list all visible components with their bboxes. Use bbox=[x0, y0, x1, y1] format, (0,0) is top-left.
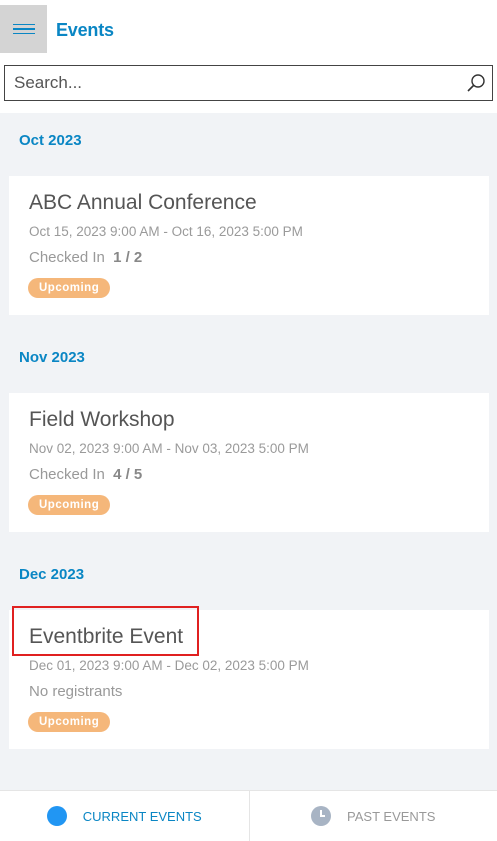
highlight-box bbox=[12, 606, 199, 656]
section-header-oct-2023: Oct 2023 bbox=[19, 132, 82, 149]
section-header-dec-2023: Dec 2023 bbox=[19, 566, 85, 583]
menu-button[interactable] bbox=[0, 5, 47, 53]
search-input[interactable] bbox=[5, 73, 445, 93]
tab-past-events[interactable]: PAST EVENTS bbox=[248, 791, 497, 841]
tab-current-events[interactable]: CURRENT EVENTS bbox=[0, 791, 249, 841]
clock-icon bbox=[311, 806, 332, 826]
checkin-count: 4 / 5 bbox=[113, 466, 143, 483]
event-card[interactable]: ABC Annual Conference Oct 15, 2023 9:00 … bbox=[9, 176, 489, 315]
status-badge: Upcoming bbox=[28, 278, 111, 298]
status-badge: Upcoming bbox=[28, 495, 111, 515]
search-bar bbox=[4, 65, 493, 101]
current-events-icon bbox=[46, 806, 67, 826]
event-dates: Oct 15, 2023 9:00 AM - Oct 16, 2023 5:00… bbox=[29, 224, 303, 239]
event-title: Field Workshop bbox=[29, 408, 175, 431]
hamburger-menu-icon bbox=[12, 21, 35, 38]
event-dates: Dec 01, 2023 9:00 AM - Dec 02, 2023 5:00… bbox=[29, 658, 309, 673]
page-title: Events bbox=[56, 20, 114, 40]
section-header-nov-2023: Nov 2023 bbox=[19, 349, 85, 366]
checkin-status: Checked In 1 / 2 bbox=[29, 249, 142, 266]
checkin-count: 1 / 2 bbox=[113, 249, 143, 266]
event-card[interactable]: Field Workshop Nov 02, 2023 9:00 AM - No… bbox=[9, 393, 489, 532]
bottom-tab-bar: CURRENT EVENTS PAST EVENTS bbox=[0, 790, 497, 841]
events-list: Oct 2023 ABC Annual Conference Oct 15, 2… bbox=[0, 113, 497, 790]
status-badge: Upcoming bbox=[28, 712, 111, 732]
checkin-label: Checked In bbox=[29, 466, 105, 483]
app-header: Events bbox=[0, 0, 497, 58]
search-icon[interactable] bbox=[466, 73, 486, 93]
checkin-status: Checked In 4 / 5 bbox=[29, 466, 142, 483]
checkin-label: Checked In bbox=[29, 249, 105, 266]
registrants-status: No registrants bbox=[29, 683, 123, 700]
event-title: ABC Annual Conference bbox=[29, 191, 257, 214]
tab-current-events-label: CURRENT EVENTS bbox=[82, 808, 202, 824]
event-dates: Nov 02, 2023 9:00 AM - Nov 03, 2023 5:00… bbox=[29, 441, 309, 456]
tab-past-events-label: PAST EVENTS bbox=[347, 808, 436, 824]
